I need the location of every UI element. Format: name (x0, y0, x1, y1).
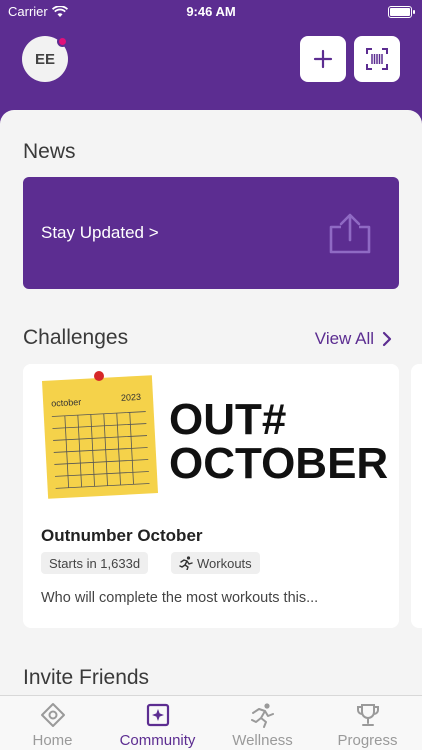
image-heading-line2: OCTOBER (169, 439, 388, 488)
scan-button[interactable] (354, 36, 400, 82)
tab-bar: Home Community Wellness Progress (0, 695, 422, 750)
notification-dot (57, 36, 68, 47)
battery-icon (388, 6, 415, 18)
news-banner[interactable]: Stay Updated > (23, 177, 399, 289)
view-all-label: View All (314, 329, 374, 348)
tab-community[interactable]: Community (105, 696, 210, 750)
next-challenge-card[interactable] (411, 364, 422, 628)
view-all-link[interactable]: View All (315, 329, 392, 349)
pin-icon (94, 371, 104, 381)
challenge-name: Outnumber October (41, 526, 203, 545)
status-bar: Carrier 9:46 AM (0, 0, 422, 24)
clock: 9:46 AM (186, 4, 236, 19)
tab-progress-label: Progress (337, 732, 398, 749)
tab-community-label: Community (119, 732, 196, 749)
chevron-right-icon (382, 331, 392, 347)
header: EE (0, 24, 422, 110)
tab-wellness[interactable]: Wellness (210, 696, 315, 750)
news-heading: News (23, 140, 76, 163)
challenge-description: Who will complete the most workouts this… (41, 590, 319, 606)
challenges-heading: Challenges (23, 326, 129, 349)
home-icon (41, 703, 65, 727)
note-month: october (51, 397, 82, 409)
avatar[interactable]: EE (22, 36, 68, 82)
image-heading-line1: OUT# (169, 395, 286, 444)
workouts-badge: Workouts (171, 552, 260, 574)
avatar-initials: EE (34, 50, 55, 68)
content-sheet: News Stay Updated > Challenges View All … (0, 110, 422, 695)
news-banner-label: Stay Updated > (41, 223, 159, 242)
tab-progress[interactable]: Progress (315, 696, 420, 750)
tab-home[interactable]: Home (0, 696, 105, 750)
tab-home-label: Home (32, 732, 73, 749)
share-icon (329, 213, 371, 254)
runner-icon (179, 556, 193, 570)
invite-heading: Invite Friends (23, 666, 150, 689)
note-year: 2023 (121, 392, 142, 403)
add-button[interactable] (300, 36, 346, 82)
community-icon (146, 703, 170, 727)
challenge-image: october 2023 OUT# OCTOBER (23, 364, 399, 510)
workouts-badge-label: Workouts (197, 555, 252, 571)
challenge-card[interactable]: october 2023 OUT# OCTOBER Outnumber Octo… (23, 364, 399, 628)
plus-icon (313, 49, 333, 69)
barcode-scan-icon (366, 48, 388, 70)
tab-wellness-label: Wellness (232, 732, 293, 749)
start-badge: Starts in 1,633d (41, 552, 149, 574)
start-badge-label: Starts in 1,633d (49, 555, 141, 571)
wellness-icon (251, 703, 274, 728)
trophy-icon (357, 704, 379, 726)
